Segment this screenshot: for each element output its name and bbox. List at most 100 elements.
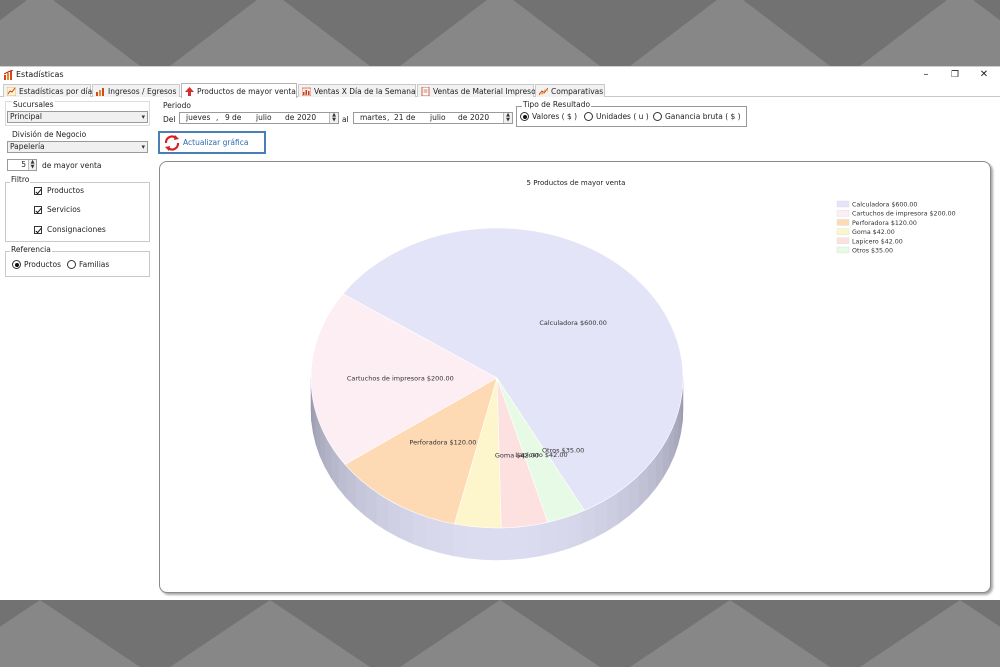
date-de: de — [458, 113, 468, 122]
top-count-label: de mayor venta — [42, 161, 102, 170]
del-label: Del — [163, 115, 176, 124]
date-from-picker[interactable]: jueves , 9 de julio de 2020 ▲ ▼ — [179, 112, 339, 124]
update-chart-label: Actualizar gráfica — [183, 138, 249, 147]
calendar-chart-icon — [302, 87, 311, 96]
radio-unselected-icon — [584, 112, 593, 121]
radio-valores[interactable]: Valores ( $ ) — [520, 112, 577, 121]
radio-unselected-icon — [653, 112, 662, 121]
checkbox-label: Consignaciones — [47, 225, 106, 234]
checkbox-checked-icon — [34, 225, 42, 234]
legend-entry: Lapicero $42.00 — [852, 238, 903, 245]
checkbox-label: Servicios — [47, 205, 81, 214]
tab-comparativas[interactable]: Comparativas — [535, 84, 605, 97]
tab-productos-mayor-venta[interactable]: Productos de mayor venta — [181, 83, 297, 98]
legend-entry: Otros $35.00 — [852, 248, 893, 255]
refresh-icon — [164, 134, 180, 151]
chevron-down-icon: ▾ — [141, 143, 145, 151]
periodo-label: Periodo — [163, 101, 191, 110]
top-count-value: 5 — [21, 160, 26, 169]
checkbox-consignaciones[interactable]: Consignaciones — [34, 225, 106, 234]
tab-estadisticas-por-dia[interactable]: Estadísticas por día — [3, 84, 92, 97]
radio-ganancia-bruta[interactable]: Ganancia bruta ( $ ) — [653, 112, 741, 121]
filtro-label: Filtro — [10, 175, 31, 184]
slice-label: Cartuchos de impresora $200.00 — [347, 375, 454, 383]
update-chart-button[interactable]: Actualizar gráfica — [158, 131, 266, 154]
referencia-label: Referencia — [10, 245, 52, 254]
date-separator: , — [216, 113, 219, 122]
date-to-picker[interactable]: martes , 21 de julio de 2020 ▲ ▼ — [353, 112, 513, 124]
legend-swatch — [836, 246, 850, 254]
minimize-button[interactable]: – — [912, 68, 940, 82]
spin-arrows-icon[interactable]: ▲ ▼ — [28, 160, 36, 170]
spin-arrows-icon[interactable]: ▲ ▼ — [503, 113, 512, 123]
legend-swatch — [836, 228, 850, 235]
radio-referencia-familias[interactable]: Familias — [67, 260, 109, 269]
title-bar: Estadísticas – ❐ ✕ — [0, 67, 1000, 83]
checkbox-servicios[interactable]: Servicios — [34, 205, 81, 214]
date-separator: , — [387, 113, 390, 122]
tab-ventas-dia-semana[interactable]: Ventas X Día de la Semana — [298, 84, 416, 97]
slice-label: Otros $35.00 — [542, 446, 584, 454]
bar-chart-icon — [96, 87, 104, 96]
close-button[interactable]: ✕ — [970, 68, 998, 82]
legend-swatch — [836, 237, 850, 245]
maximize-button[interactable]: ❐ — [941, 68, 969, 82]
tipo-resultado-label: Tipo de Resultado — [522, 100, 592, 109]
radio-label: Unidades ( u ) — [596, 112, 649, 121]
radio-label: Ganancia bruta ( $ ) — [665, 112, 741, 121]
radio-unselected-icon — [67, 260, 76, 269]
date-de: de — [406, 113, 416, 122]
slice-label: Perforadora $120.00 — [409, 439, 476, 447]
checkbox-checked-icon — [34, 205, 42, 214]
pie-chart: 5 Productos de mayor venta Calculadora $6… — [310, 179, 956, 561]
radio-label: Familias — [79, 260, 110, 269]
date-month: julio — [430, 113, 446, 122]
date-day: 21 — [394, 113, 404, 122]
radio-unidades[interactable]: Unidades ( u ) — [584, 112, 649, 121]
chart-title: 5 Productos de mayor venta — [527, 179, 626, 187]
line-chart-icon — [7, 86, 16, 96]
legend-swatch — [836, 210, 850, 217]
comparison-chart-icon — [539, 87, 548, 95]
checkbox-checked-icon — [34, 186, 42, 195]
legend-swatch — [836, 200, 850, 208]
checkbox-label: Productos — [47, 186, 84, 195]
division-value: Papelería — [10, 142, 45, 151]
tab-label: Ventas de Material Impreso — [433, 86, 536, 96]
chart-panel: 5 Productos de mayor venta Calculadora $6… — [159, 161, 991, 593]
statistics-window: Estadísticas – ❐ ✕ Estadísticas por día … — [0, 66, 1000, 600]
legend-entry: Perforadora $120.00 — [852, 220, 917, 227]
radio-label: Productos — [24, 260, 61, 269]
division-select[interactable]: Papelería ▾ — [7, 141, 148, 153]
checkbox-productos[interactable]: Productos — [34, 186, 84, 195]
date-de: de — [232, 113, 242, 122]
tab-label: Ventas X Día de la Semana — [314, 86, 416, 96]
sucursales-label: Sucursales — [12, 100, 55, 109]
background-pattern-bottom — [0, 600, 1000, 667]
al-label: al — [342, 115, 349, 124]
chevron-down-icon: ▾ — [141, 113, 145, 121]
tab-label: Ingresos / Egresos — [108, 86, 177, 96]
tab-label: Comparativas — [551, 86, 604, 96]
date-year: 2020 — [470, 113, 490, 122]
top-count-stepper[interactable]: 5 ▲ ▼ — [7, 159, 37, 171]
tab-ventas-material-impreso[interactable]: Ventas de Material Impreso — [417, 84, 536, 97]
legend-swatch — [836, 219, 850, 226]
radio-referencia-productos[interactable]: Productos — [12, 260, 61, 269]
radio-label: Valores ( $ ) — [532, 112, 578, 121]
tab-bar: Estadísticas por día Ingresos / Egresos … — [0, 83, 1000, 98]
date-month: julio — [256, 113, 272, 122]
date-weekday: jueves — [186, 113, 211, 122]
app-chart-icon — [4, 70, 14, 80]
radio-selected-icon — [12, 260, 21, 269]
sucursales-select[interactable]: Principal ▾ — [7, 111, 148, 123]
tab-ingresos-egresos[interactable]: Ingresos / Egresos — [92, 84, 180, 97]
division-label: División de Negocio — [12, 130, 87, 139]
spin-arrows-icon[interactable]: ▲ ▼ — [329, 113, 338, 123]
date-weekday: martes — [360, 113, 387, 122]
legend-entry: Cartuchos de impresora $200.00 — [852, 211, 956, 218]
date-day: 9 — [225, 113, 230, 122]
date-de: de — [285, 113, 295, 122]
sucursales-value: Principal — [10, 112, 42, 121]
background-pattern-top — [0, 0, 1000, 66]
